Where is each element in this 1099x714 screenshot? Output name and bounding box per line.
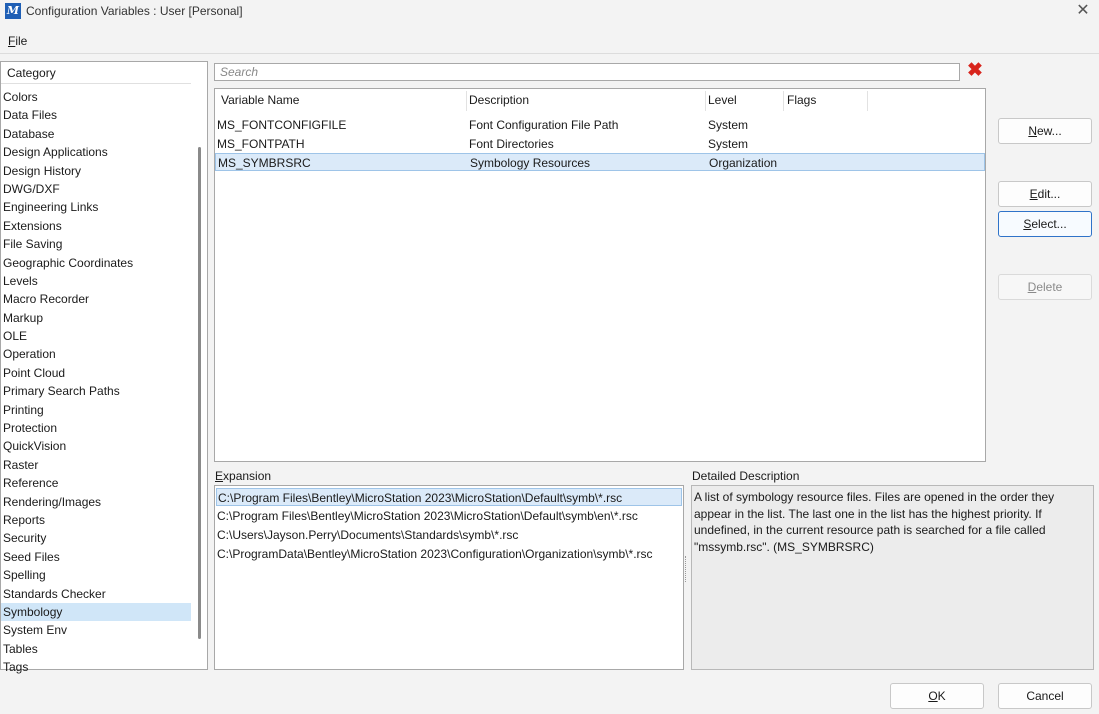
- category-scrollbar[interactable]: [198, 147, 201, 639]
- pane-splitter[interactable]: [685, 556, 688, 582]
- detailed-description-text: A list of symbology resource files. File…: [694, 490, 1055, 554]
- search-box: [214, 63, 960, 81]
- category-item[interactable]: Spelling: [1, 566, 191, 584]
- category-item[interactable]: Point Cloud: [1, 364, 191, 382]
- category-header-label: Category: [7, 66, 56, 80]
- variables-table: Variable Name Description Level Flags MS…: [214, 88, 986, 462]
- cancel-button-label: Cancel: [1026, 689, 1064, 703]
- category-item[interactable]: Protection: [1, 419, 191, 437]
- category-item[interactable]: Primary Search Paths: [1, 382, 191, 400]
- variable-row[interactable]: MS_FONTCONFIGFILE Font Configuration File…: [215, 116, 985, 134]
- new-button-label: ew...: [1036, 124, 1062, 138]
- search-input[interactable]: [215, 64, 959, 80]
- column-header-flags[interactable]: Flags: [787, 93, 816, 107]
- new-button[interactable]: New...: [998, 118, 1092, 144]
- category-item[interactable]: File Saving: [1, 235, 191, 253]
- variable-name-cell: MS_FONTCONFIGFILE: [217, 118, 347, 132]
- select-button[interactable]: Select...: [998, 211, 1092, 237]
- variable-description-cell: Symbology Resources: [470, 156, 591, 170]
- ok-button-label: K: [937, 689, 946, 703]
- category-item[interactable]: Design Applications: [1, 143, 191, 161]
- category-item[interactable]: Security: [1, 529, 191, 547]
- category-item[interactable]: Levels: [1, 272, 191, 290]
- expansion-item[interactable]: C:\Program Files\Bentley\MicroStation 20…: [216, 488, 682, 506]
- variable-level-cell: Organization: [709, 156, 778, 170]
- expansion-label: Expansion: [215, 469, 271, 483]
- category-list: Colors Data Files Database Design Applicati…: [1, 88, 191, 677]
- expansion-label-rest: xpansion: [223, 469, 272, 483]
- expansion-item[interactable]: C:\Users\Jayson.Perry\Documents\Standard…: [216, 526, 682, 544]
- category-item[interactable]: OLE: [1, 327, 191, 345]
- category-item[interactable]: Reports: [1, 511, 191, 529]
- variable-description-cell: Font Directories: [469, 136, 554, 151]
- category-item[interactable]: DWG/DXF: [1, 180, 191, 198]
- ok-button-mnemonic: O: [928, 689, 938, 703]
- category-item[interactable]: Rendering/Images: [1, 493, 191, 511]
- cancel-button[interactable]: Cancel: [998, 683, 1092, 709]
- new-button-mnemonic: N: [1028, 124, 1037, 138]
- delete-button-label: elete: [1036, 280, 1063, 294]
- column-header-variable-name[interactable]: Variable Name: [221, 93, 299, 107]
- column-divider[interactable]: [783, 91, 784, 111]
- select-button-label: elect...: [1031, 217, 1067, 231]
- category-item[interactable]: Seed Files: [1, 548, 191, 566]
- column-header-description[interactable]: Description: [469, 93, 529, 107]
- expansion-label-mnemonic: E: [215, 469, 224, 483]
- variable-level-cell: System: [708, 136, 749, 151]
- variable-level-cell: System: [708, 118, 749, 132]
- column-divider[interactable]: [867, 91, 868, 111]
- column-divider[interactable]: [705, 91, 706, 111]
- category-item[interactable]: Markup: [1, 309, 191, 327]
- category-item[interactable]: Geographic Coordinates: [1, 254, 191, 272]
- menu-bar: File: [0, 30, 1099, 54]
- clear-search-icon[interactable]: ✖: [965, 61, 985, 81]
- window-title: Configuration Variables : User [Personal…: [26, 4, 243, 18]
- variable-row[interactable]: MS_SYMBRSRC Symbology Resources Organizati…: [215, 153, 985, 171]
- category-item[interactable]: Tags: [1, 658, 191, 676]
- delete-button-mnemonic: D: [1027, 280, 1037, 294]
- edit-button[interactable]: Edit...: [998, 181, 1092, 207]
- column-header-level[interactable]: Level: [708, 93, 737, 107]
- delete-button[interactable]: Delete: [998, 274, 1092, 300]
- category-item[interactable]: Design History: [1, 162, 191, 180]
- edit-button-mnemonic: E: [1029, 187, 1038, 201]
- close-icon[interactable]: ✕: [1073, 0, 1093, 22]
- category-header[interactable]: Category: [1, 62, 191, 84]
- category-item[interactable]: Tables: [1, 640, 191, 658]
- title-bar: M Configuration Variables : User [Person…: [0, 0, 1099, 24]
- category-panel: Category Colors Data Files Database Design …: [0, 61, 208, 674]
- detailed-description-box: A list of symbology resource files. File…: [691, 485, 1094, 670]
- microstation-app-icon: M: [5, 3, 21, 19]
- category-item[interactable]: Reference: [1, 474, 191, 492]
- expansion-list: C:\Program Files\Bentley\MicroStation 20…: [214, 485, 684, 670]
- category-item[interactable]: Engineering Links: [1, 198, 191, 216]
- category-item[interactable]: Extensions: [1, 217, 191, 235]
- category-item[interactable]: System Env: [1, 621, 191, 639]
- menu-file[interactable]: File: [8, 34, 27, 48]
- variable-name-cell: MS_FONTPATH: [217, 136, 305, 151]
- category-item[interactable]: Symbology: [1, 602, 191, 622]
- variable-row[interactable]: MS_FONTPATH Font Directories System: [215, 135, 985, 153]
- category-item[interactable]: Operation: [1, 345, 191, 363]
- expansion-item[interactable]: C:\Program Files\Bentley\MicroStation 20…: [216, 507, 682, 525]
- column-divider[interactable]: [466, 91, 467, 111]
- ok-button[interactable]: OK: [890, 683, 984, 709]
- variable-description-cell: Font Configuration File Path: [469, 118, 619, 132]
- category-item[interactable]: Standards Checker: [1, 585, 191, 603]
- category-item[interactable]: Data Files: [1, 106, 191, 124]
- menu-file-rest: ile: [15, 34, 28, 48]
- category-item[interactable]: Macro Recorder: [1, 290, 191, 308]
- category-item[interactable]: Colors: [1, 88, 191, 106]
- category-item[interactable]: Database: [1, 125, 191, 143]
- category-item[interactable]: Printing: [1, 401, 191, 419]
- expansion-item[interactable]: C:\ProgramData\Bentley\MicroStation 2023…: [216, 545, 682, 563]
- category-item[interactable]: QuickVision: [1, 437, 191, 455]
- edit-button-label: dit...: [1037, 187, 1061, 201]
- variable-name-cell: MS_SYMBRSRC: [218, 156, 311, 170]
- detailed-description-label: Detailed Description: [692, 469, 800, 483]
- category-item[interactable]: Raster: [1, 456, 191, 474]
